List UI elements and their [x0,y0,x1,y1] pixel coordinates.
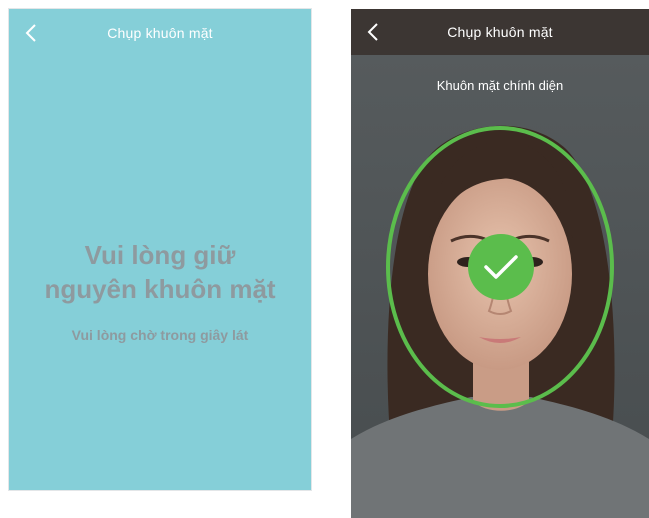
hold-still-message: Vui lòng giữ nguyên khuôn mặt [9,238,311,306]
chevron-left-icon [25,24,36,42]
please-wait-message: Vui lòng chờ trong giây lát [71,327,249,343]
message-line-2: nguyên khuôn mặt [44,274,276,304]
chevron-left-icon [367,23,378,41]
header-bar: Chụp khuôn mặt [9,9,311,57]
message-line-1: Vui lòng giữ [84,240,236,270]
back-button[interactable] [361,20,385,44]
checkmark-icon [484,255,518,279]
waiting-screen: Chụp khuôn mặt Vui lòng giữ nguyên khuôn… [9,9,311,490]
page-title: Chụp khuôn mặt [447,24,553,40]
back-button[interactable] [19,21,43,45]
capture-screen: Chụp khuôn mặt Khuôn mặt chính diện [351,9,649,518]
frontal-face-instruction: Khuôn mặt chính diện [436,78,564,93]
page-title: Chụp khuôn mặt [107,25,213,41]
header-bar: Chụp khuôn mặt [351,9,649,55]
success-indicator [468,234,534,300]
